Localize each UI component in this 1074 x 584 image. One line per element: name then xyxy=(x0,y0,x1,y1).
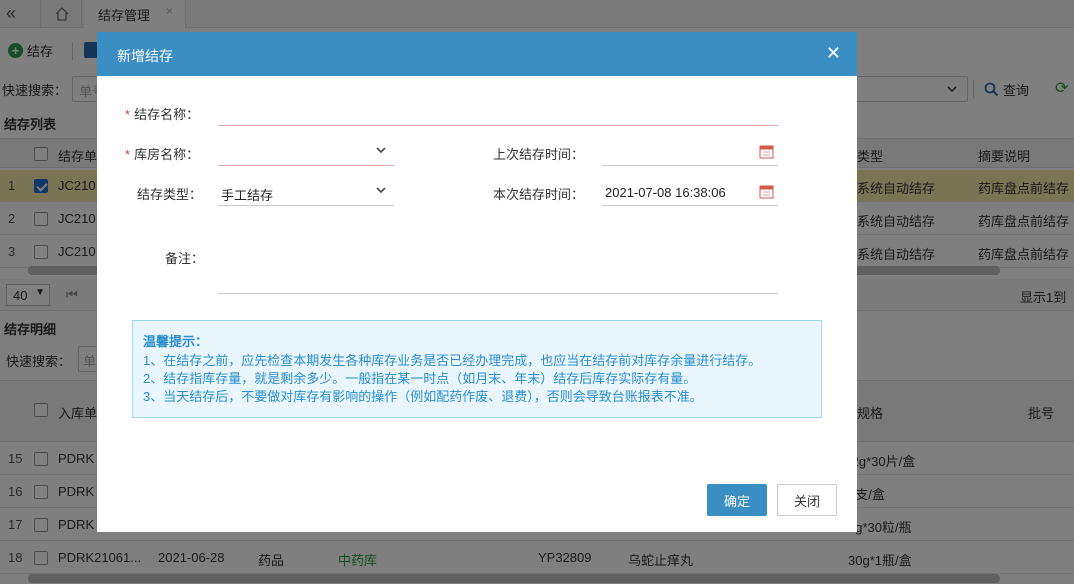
last-settlement-time-input[interactable] xyxy=(602,140,778,166)
remark-label: 备注： xyxy=(165,251,205,266)
last-time-label: 上次结存时间： xyxy=(493,147,585,162)
warehouse-label: * 库房名称： xyxy=(125,147,200,162)
tips-box: 温馨提示： 1、在结存之前，应先检查本期发生各种库存业务是否已经办理完成，也应当… xyxy=(132,320,822,418)
required-mark: * xyxy=(125,107,131,122)
this-settlement-time-input[interactable]: 2021-07-08 16:38:06 xyxy=(602,180,778,206)
name-label: * 结存名称： xyxy=(125,107,200,122)
close-icon[interactable]: ✕ xyxy=(826,43,841,64)
required-mark: * xyxy=(125,147,131,162)
close-button[interactable]: 关闭 xyxy=(777,484,837,516)
this-time-label: 本次结存时间： xyxy=(493,187,585,202)
calendar-icon[interactable] xyxy=(759,184,774,199)
type-label: 结存类型： xyxy=(137,187,203,202)
this-time-value: 2021-07-08 16:38:06 xyxy=(605,185,726,200)
settlement-type-value: 手工结存 xyxy=(221,188,274,203)
tips-title: 温馨提示： xyxy=(143,334,209,349)
chevron-down-icon xyxy=(376,187,386,194)
remark-textarea[interactable] xyxy=(218,224,778,294)
tips-line: 1、在结存之前，应先检查本期发生各种库存业务是否已经办理完成，也应当在结存前对库… xyxy=(143,353,762,368)
tips-line: 2、结存指库存量，就是剩余多少。一般指在某一时点（如月末、年末）结存后库存实际存… xyxy=(143,371,697,386)
tips-line: 3、当天结存后，不要做对库存有影响的操作（例如配药作废、退费），否则会导致台账报… xyxy=(143,389,703,404)
calendar-icon[interactable] xyxy=(759,144,774,159)
settlement-name-input[interactable] xyxy=(218,100,778,126)
settlement-type-select[interactable]: 手工结存 xyxy=(218,180,394,206)
dialog-header: 新增结存 ✕ xyxy=(97,32,857,76)
chevron-down-icon xyxy=(376,147,386,154)
dialog-title: 新增结存 xyxy=(117,48,173,64)
warehouse-select[interactable] xyxy=(218,140,394,166)
confirm-button[interactable]: 确定 xyxy=(707,484,767,516)
add-settlement-dialog: 新增结存 ✕ * 结存名称： * 库房名称： 上次结存时间： 结存类型： 手工结存 … xyxy=(97,32,857,532)
